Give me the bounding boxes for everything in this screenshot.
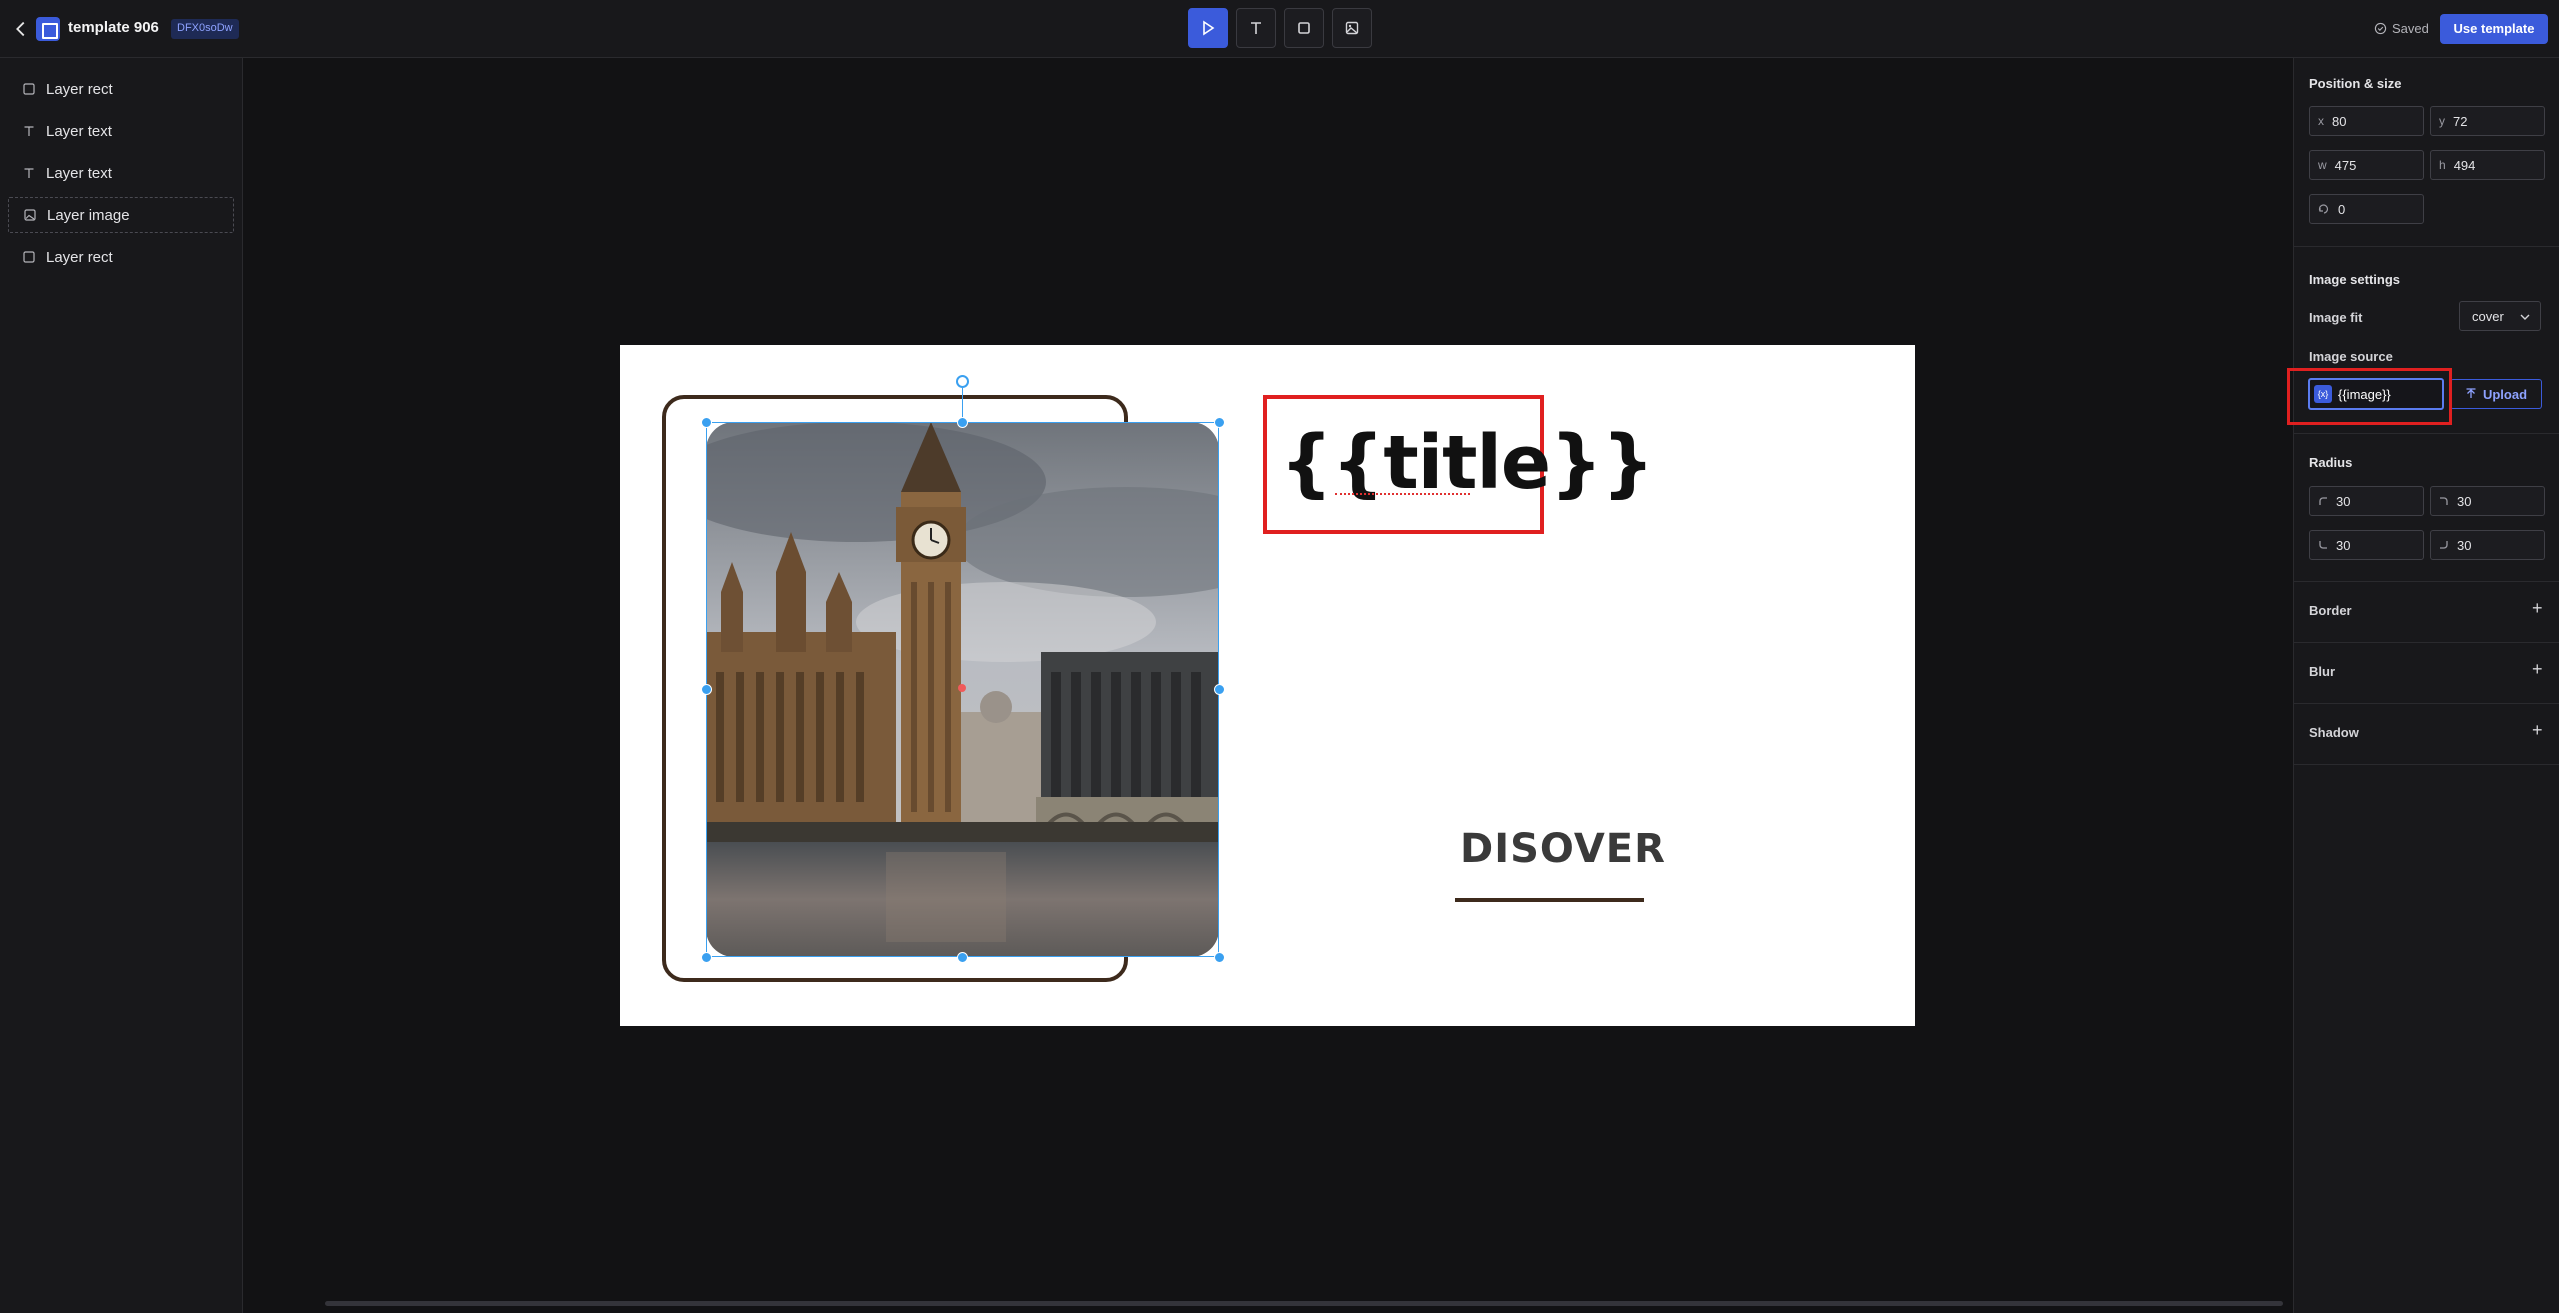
layer-item-text[interactable]: Layer text — [8, 113, 234, 149]
corner-bottom-right-icon — [2440, 541, 2448, 549]
back-icon[interactable] — [10, 18, 32, 40]
pointer-icon — [1203, 20, 1215, 36]
layer-item-image[interactable]: Layer image — [8, 197, 234, 233]
rect-tool-button[interactable] — [1284, 8, 1324, 48]
layer-item-text[interactable]: Layer text — [8, 155, 234, 191]
app-logo-icon — [36, 17, 60, 41]
discover-underline-rect[interactable] — [1455, 898, 1644, 902]
saved-label: Saved — [2392, 21, 2429, 36]
rotate-handle[interactable] — [956, 375, 969, 388]
chevron-down-icon — [2520, 314, 2530, 320]
resize-handle-ne[interactable] — [1214, 417, 1225, 428]
check-circle-icon — [2374, 22, 2387, 35]
select-tool-button[interactable] — [1188, 8, 1228, 48]
resize-handle-w[interactable] — [701, 684, 712, 695]
resize-handle-sw[interactable] — [701, 952, 712, 963]
divider — [2294, 764, 2559, 765]
image-tool-button[interactable] — [1332, 8, 1372, 48]
document-title[interactable]: template 906 — [68, 19, 159, 36]
rotation-field[interactable]: 0 — [2309, 194, 2424, 224]
border-label[interactable]: Border — [2309, 603, 2352, 618]
image-source-label: Image source — [2309, 349, 2393, 364]
image-source-annotation-box — [2287, 368, 2452, 425]
height-field[interactable]: h 494 — [2430, 150, 2545, 180]
add-border-icon[interactable]: + — [2532, 598, 2543, 619]
layer-label: Layer rect — [46, 80, 113, 98]
x-field[interactable]: x 80 — [2309, 106, 2424, 136]
upload-icon — [2466, 388, 2476, 398]
resize-handle-s[interactable] — [957, 952, 968, 963]
resize-handle-e[interactable] — [1214, 684, 1225, 695]
layer-item-rect[interactable]: Layer rect — [8, 71, 234, 107]
resize-handle-n[interactable] — [957, 417, 968, 428]
text-tool-button[interactable] — [1236, 8, 1276, 48]
divider — [2294, 246, 2559, 247]
layer-label: Layer text — [46, 164, 112, 182]
position-size-title: Position & size — [2309, 76, 2402, 91]
resize-handle-se[interactable] — [1214, 952, 1225, 963]
corner-top-right-icon — [2440, 497, 2448, 505]
image-icon — [23, 208, 37, 222]
radius-top-right-field[interactable]: 30 — [2430, 486, 2545, 516]
rotation-icon — [2318, 204, 2329, 214]
tool-group — [1188, 8, 1372, 48]
use-template-button[interactable]: Use template — [2440, 14, 2548, 44]
layer-label: Layer image — [47, 206, 130, 224]
divider — [2294, 581, 2559, 582]
top-bar: template 906 DFX0soDw Saved Use template — [0, 0, 2559, 58]
width-field[interactable]: w 475 — [2309, 150, 2424, 180]
square-icon — [1298, 22, 1310, 34]
spellcheck-underline — [1335, 490, 1470, 495]
radius-bottom-right-field[interactable]: 30 — [2430, 530, 2545, 560]
divider — [2294, 433, 2559, 434]
corner-bottom-left-icon — [2319, 541, 2327, 549]
horizontal-scrollbar[interactable] — [325, 1301, 2283, 1306]
square-icon — [22, 82, 36, 96]
image-settings-title: Image settings — [2309, 272, 2401, 287]
layer-item-rect[interactable]: Layer rect — [8, 239, 234, 275]
text-icon — [1251, 22, 1261, 34]
radius-title: Radius — [2309, 455, 2353, 470]
blur-label[interactable]: Blur — [2309, 664, 2335, 679]
image-fit-select[interactable]: cover — [2459, 301, 2541, 331]
resize-handle-nw[interactable] — [701, 417, 712, 428]
center-point — [958, 684, 966, 692]
image-fit-label: Image fit — [2309, 310, 2363, 325]
document-id-badge: DFX0soDw — [171, 19, 239, 39]
inspector-panel: Position & size x 80 y 72 w 475 h 494 0 Imag… — [2293, 58, 2559, 1313]
add-shadow-icon[interactable]: + — [2532, 720, 2543, 741]
upload-button[interactable]: Upload — [2450, 379, 2542, 409]
y-field[interactable]: y 72 — [2430, 106, 2545, 136]
divider — [2294, 642, 2559, 643]
shadow-label[interactable]: Shadow — [2309, 725, 2359, 740]
text-icon — [22, 124, 36, 138]
layer-label: Layer rect — [46, 248, 113, 266]
layer-label: Layer text — [46, 122, 112, 140]
text-icon — [22, 166, 36, 180]
corner-top-left-icon — [2319, 497, 2327, 505]
image-icon — [1345, 21, 1359, 35]
discover-text[interactable]: DISOVER — [1460, 826, 1666, 872]
save-status: Saved — [2374, 21, 2429, 36]
divider — [2294, 703, 2559, 704]
radius-top-left-field[interactable]: 30 — [2309, 486, 2424, 516]
add-blur-icon[interactable]: + — [2532, 659, 2543, 680]
radius-bottom-left-field[interactable]: 30 — [2309, 530, 2424, 560]
layers-panel: Layer rect Layer text Layer text Layer i… — [0, 58, 243, 1313]
square-icon — [22, 250, 36, 264]
